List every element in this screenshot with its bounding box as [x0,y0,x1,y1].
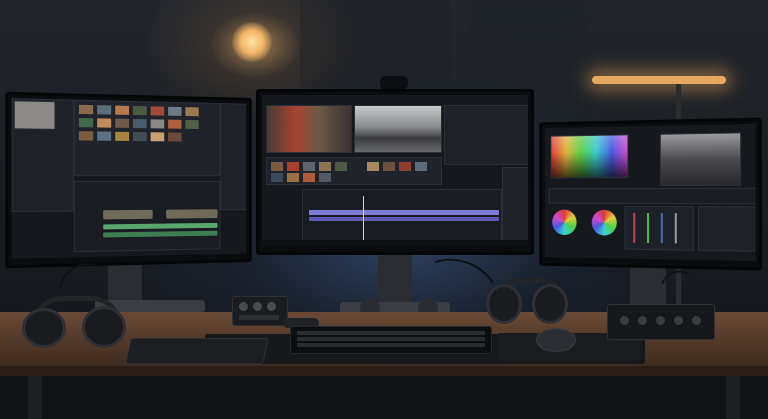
interface-port [656,316,665,325]
key-row [297,331,485,335]
mixer-fader [661,213,663,243]
clip-thumbnail [399,162,411,171]
clip-thumbnail [79,105,93,114]
desk-setup-photo [0,0,768,419]
clip-thumbnail [271,162,283,171]
timeline-panel [302,189,502,245]
key-row [297,337,485,341]
video-track [166,209,217,218]
mouse-icon [536,328,576,352]
clip-thumbnail [415,162,427,171]
color-wheel-lift [552,210,576,236]
scopes-panel [502,167,528,246]
clip-thumbnail [367,162,379,171]
clip-thumbnail [97,105,111,114]
clip-thumbnail [79,131,93,140]
clip-thumbnail [133,106,147,115]
curves-panel [698,206,756,252]
media-strip [266,157,442,185]
interface-port [620,316,629,325]
reference-viewer [660,132,741,186]
rgb-mixer [624,206,693,251]
clip-thumbnail [303,173,315,182]
clip-thumbnail [168,120,181,129]
effects-panel [444,105,528,165]
mixer-fader [647,213,649,243]
headphone-earcup [22,308,66,348]
clip-thumbnail [97,118,111,127]
color-gradient-shade [551,135,627,177]
clip-thumbnail [303,162,315,171]
node-graph [549,188,756,205]
clip-thumbnail [319,162,331,171]
clip-thumbnail [185,107,198,116]
source-monitor [266,105,352,153]
clip-thumbnail [133,119,147,128]
clip-thumbnail [287,173,299,182]
clip-thumbnail [115,132,129,141]
clip-thumbnail [383,162,395,171]
desk-leg-left [28,376,42,419]
mixer-fader [633,213,635,243]
source-viewer [14,100,56,130]
key-row [297,343,485,347]
desk-lamp-icon [592,76,726,84]
audio-track [103,223,217,230]
webcam-icon [380,76,408,90]
video-track [103,210,152,220]
clip-thumbnail [115,119,129,128]
wall-lamp-icon [232,22,272,62]
clip-thumbnail [335,162,347,171]
clip-thumbnail [185,120,198,129]
headphone-earcup [532,284,568,324]
left-monitor [5,92,252,268]
clip-thumbnail [287,162,299,171]
playhead [363,196,364,242]
clip-thumbnail [271,173,283,182]
clip-thumbnail [151,132,165,141]
desk-edge [0,366,768,376]
clip-thumbnail [151,106,165,115]
color-wheel-gamma [592,210,617,236]
desk-leg-right [726,376,740,419]
video-track [309,217,499,221]
under-desk-shadow [0,376,768,419]
background-window-panel [300,0,450,90]
clip-thumbnail [168,132,181,141]
headphones-stand-icon [486,278,576,328]
keyboard-icon [290,326,492,354]
right-monitor [539,117,762,270]
color-gradient-viewer [550,134,628,178]
controller-knob [267,302,276,311]
timeline-panel [74,181,220,252]
clip-bin [74,100,220,176]
clip-thumbnail [133,132,147,141]
clip-thumbnail [115,106,129,115]
controller-knob [253,302,262,311]
left-monitor-screen [12,98,247,259]
mixer-fader [675,213,677,243]
inspector-panel [220,103,246,210]
audio-track [103,231,217,238]
clip-thumbnail [168,107,181,116]
video-track [309,210,499,215]
program-monitor [354,105,442,153]
center-monitor [256,89,534,255]
interface-port [638,316,647,325]
center-monitor-stand [378,252,412,308]
clip-thumbnail [151,119,165,128]
controller-pad-strip [239,315,279,320]
controller-knob [239,302,248,311]
clip-thumbnail [97,131,111,140]
drawing-tablet [125,338,269,364]
taskbar [262,240,528,246]
right-monitor-screen [545,124,756,261]
clip-thumbnail [79,118,93,127]
audio-controller [232,296,288,326]
center-monitor-screen [262,95,528,246]
clip-thumbnail [319,173,331,182]
